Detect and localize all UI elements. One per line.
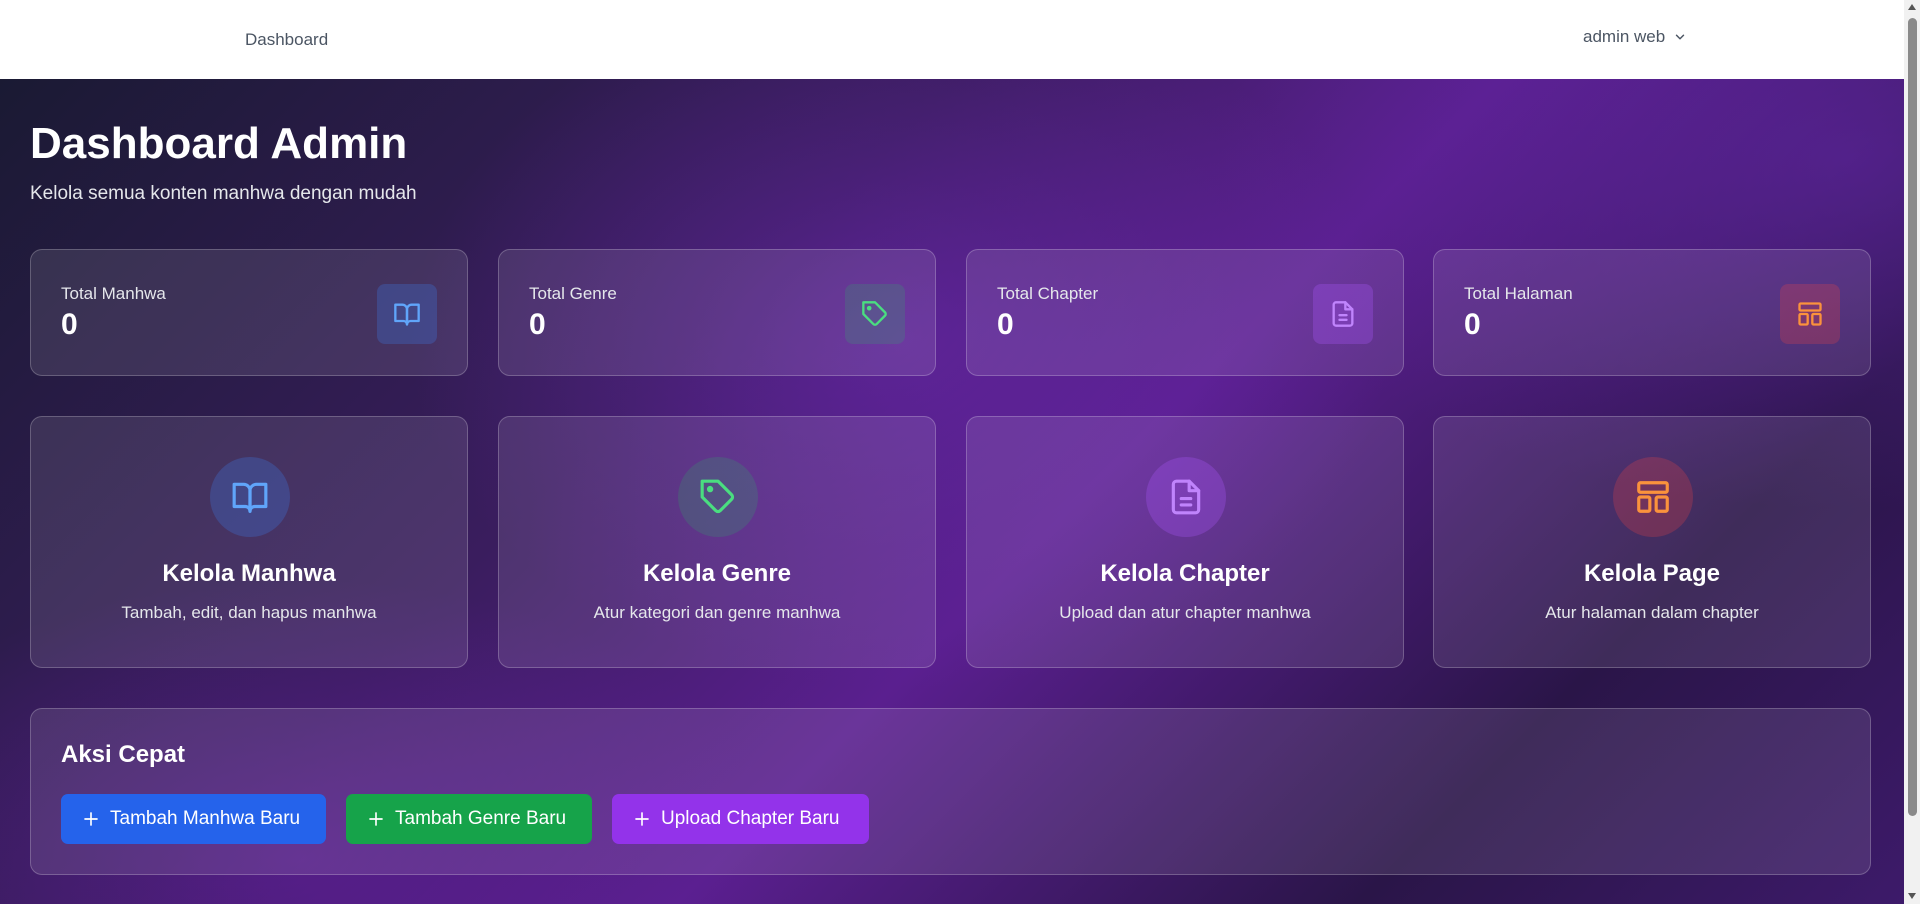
- quick-actions-panel: Aksi Cepat Tambah Manhwa Baru Tambah Gen…: [30, 708, 1871, 875]
- scroll-down-arrow-icon[interactable]: [1908, 893, 1916, 899]
- manage-card-page[interactable]: Kelola Page Atur halaman dalam chapter: [1433, 416, 1871, 668]
- stat-value: 0: [997, 308, 1014, 341]
- manage-card-chapter[interactable]: Kelola Chapter Upload dan atur chapter m…: [966, 416, 1404, 668]
- stat-card-chapter: Total Chapter 0: [966, 249, 1404, 376]
- stat-card-halaman: Total Halaman 0: [1433, 249, 1871, 376]
- quick-actions-title: Aksi Cepat: [61, 741, 186, 768]
- scroll-up-arrow-icon[interactable]: [1908, 4, 1916, 10]
- page-subtitle: Kelola semua konten manhwa dengan mudah: [30, 183, 417, 204]
- manage-desc: Upload dan atur chapter manhwa: [1059, 603, 1311, 622]
- plus-icon: [635, 812, 649, 826]
- manage-card-manhwa[interactable]: Kelola Manhwa Tambah, edit, dan hapus ma…: [30, 416, 468, 668]
- stat-label: Total Manhwa: [61, 284, 166, 303]
- stat-card-genre: Total Genre 0: [498, 249, 936, 376]
- manage-desc: Atur kategori dan genre manhwa: [593, 603, 841, 622]
- tag-icon: [678, 457, 758, 537]
- scroll-thumb[interactable]: [1908, 18, 1917, 816]
- button-label: Tambah Genre Baru: [395, 808, 567, 829]
- add-genre-button[interactable]: Tambah Genre Baru: [346, 794, 592, 844]
- user-name: admin web: [1583, 27, 1666, 46]
- manage-title: Kelola Page: [1583, 560, 1721, 587]
- button-label: Upload Chapter Baru: [661, 808, 840, 829]
- upload-chapter-button[interactable]: Upload Chapter Baru: [612, 794, 869, 844]
- stat-label: Total Genre: [529, 284, 617, 303]
- top-navbar: Dashboard admin web: [0, 0, 1904, 79]
- book-open-icon: [377, 284, 437, 344]
- stat-value: 0: [529, 308, 546, 341]
- add-manhwa-button[interactable]: Tambah Manhwa Baru: [61, 794, 326, 844]
- layout-icon: [1613, 457, 1693, 537]
- page-title: Dashboard Admin: [30, 119, 408, 168]
- manage-card-genre[interactable]: Kelola Genre Atur kategori dan genre man…: [498, 416, 936, 668]
- manage-desc: Atur halaman dalam chapter: [1545, 603, 1759, 622]
- main-content: Dashboard Admin Kelola semua konten manh…: [0, 79, 1904, 904]
- stat-value: 0: [61, 308, 78, 341]
- document-icon: [1313, 284, 1373, 344]
- user-menu[interactable]: admin web: [1583, 27, 1687, 47]
- plus-icon: [369, 812, 383, 826]
- manage-title: Kelola Genre: [642, 560, 792, 587]
- manage-title: Kelola Manhwa: [162, 560, 336, 587]
- plus-icon: [84, 812, 98, 826]
- stat-card-manhwa: Total Manhwa 0: [30, 249, 468, 376]
- button-label: Tambah Manhwa Baru: [110, 808, 301, 829]
- vertical-scrollbar[interactable]: [1904, 0, 1920, 904]
- book-open-icon: [210, 457, 290, 537]
- stat-value: 0: [1464, 308, 1481, 341]
- chevron-down-icon: [1675, 34, 1685, 40]
- stat-label: Total Halaman: [1464, 284, 1573, 303]
- nav-link-dashboard[interactable]: Dashboard: [245, 30, 328, 50]
- document-icon: [1146, 457, 1226, 537]
- manage-desc: Tambah, edit, dan hapus manhwa: [121, 603, 377, 622]
- stat-label: Total Chapter: [997, 284, 1099, 303]
- layout-icon: [1780, 284, 1840, 344]
- tag-icon: [845, 284, 905, 344]
- manage-title: Kelola Chapter: [1100, 560, 1270, 587]
